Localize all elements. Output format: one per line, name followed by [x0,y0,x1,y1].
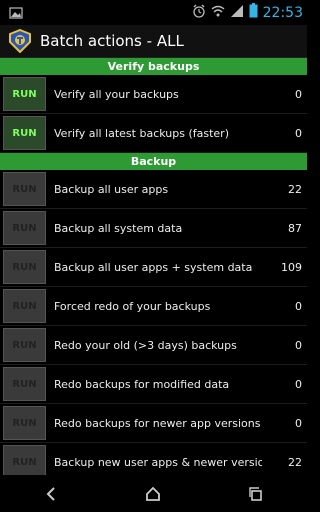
list-item[interactable]: RUN Redo backups for newer app versions … [0,404,307,443]
item-count: 0 [295,416,302,430]
back-icon[interactable] [29,479,73,509]
run-button[interactable]: RUN [3,116,46,150]
item-count: 0 [295,377,302,391]
batch-actions-list[interactable]: Verify backups RUN Verify all your backu… [0,58,307,475]
status-clock: 22:53 [262,4,303,21]
list-item[interactable]: RUN Backup new user apps & newer version… [0,443,307,475]
section-header-verify: Verify backups [0,58,307,75]
run-button[interactable]: RUN [3,211,46,245]
item-count: 0 [295,338,302,352]
recent-apps-icon[interactable] [234,479,278,509]
list-item[interactable]: RUN Forced redo of your backups 0 [0,287,307,326]
list-item[interactable]: RUN Verify all your backups 0 [0,75,307,114]
battery-icon [249,3,258,22]
list-item[interactable]: RUN Backup all user apps 22 [0,170,307,209]
alarm-icon [192,3,206,22]
action-label: Verify all your backups [54,87,179,101]
signal-icon [230,3,244,22]
section-header-backup: Backup [0,153,307,170]
titanium-backup-logo-icon[interactable] [8,28,32,54]
item-count: 0 [295,126,302,140]
list-item[interactable]: RUN Verify all latest backups (faster) 0 [0,114,307,153]
run-button[interactable]: RUN [3,328,46,362]
action-label: Redo backups for modified data [54,377,230,391]
action-label: Backup all user apps + system data [54,260,253,274]
action-label: Backup new user apps & newer versions [54,455,262,469]
item-count: 22 [288,182,302,196]
list-item[interactable]: RUN Backup all user apps + system data 1… [0,248,307,287]
action-label: Backup all system data [54,221,183,235]
item-count: 87 [288,221,302,235]
run-button[interactable]: RUN [3,289,46,323]
wifi-icon [211,3,225,22]
run-button[interactable]: RUN [3,250,46,284]
action-label: Backup all user apps [54,182,169,196]
item-count: 22 [288,455,302,469]
action-label: Redo backups for newer app versions [54,416,261,430]
home-icon[interactable] [131,479,175,509]
list-item[interactable]: RUN Backup all system data 87 [0,209,307,248]
run-button[interactable]: RUN [3,406,46,440]
run-button[interactable]: RUN [3,367,46,401]
item-count: 0 [295,299,302,313]
action-label: Verify all latest backups (faster) [54,126,229,140]
run-button[interactable]: RUN [3,172,46,206]
run-button[interactable]: RUN [3,445,46,475]
page-title: Batch actions - ALL [40,32,184,50]
item-count: 0 [295,87,302,101]
action-bar: Batch actions - ALL [0,25,307,58]
list-item[interactable]: RUN Redo backups for modified data 0 [0,365,307,404]
action-label: Forced redo of your backups [54,299,211,313]
action-label: Redo your old (>3 days) backups [54,338,237,352]
status-bar: 22:53 [0,0,307,25]
item-count: 109 [281,260,302,274]
list-item[interactable]: RUN Redo your old (>3 days) backups 0 [0,326,307,365]
navigation-bar [0,475,307,512]
run-button[interactable]: RUN [3,77,46,111]
image-notification-icon [6,3,26,23]
